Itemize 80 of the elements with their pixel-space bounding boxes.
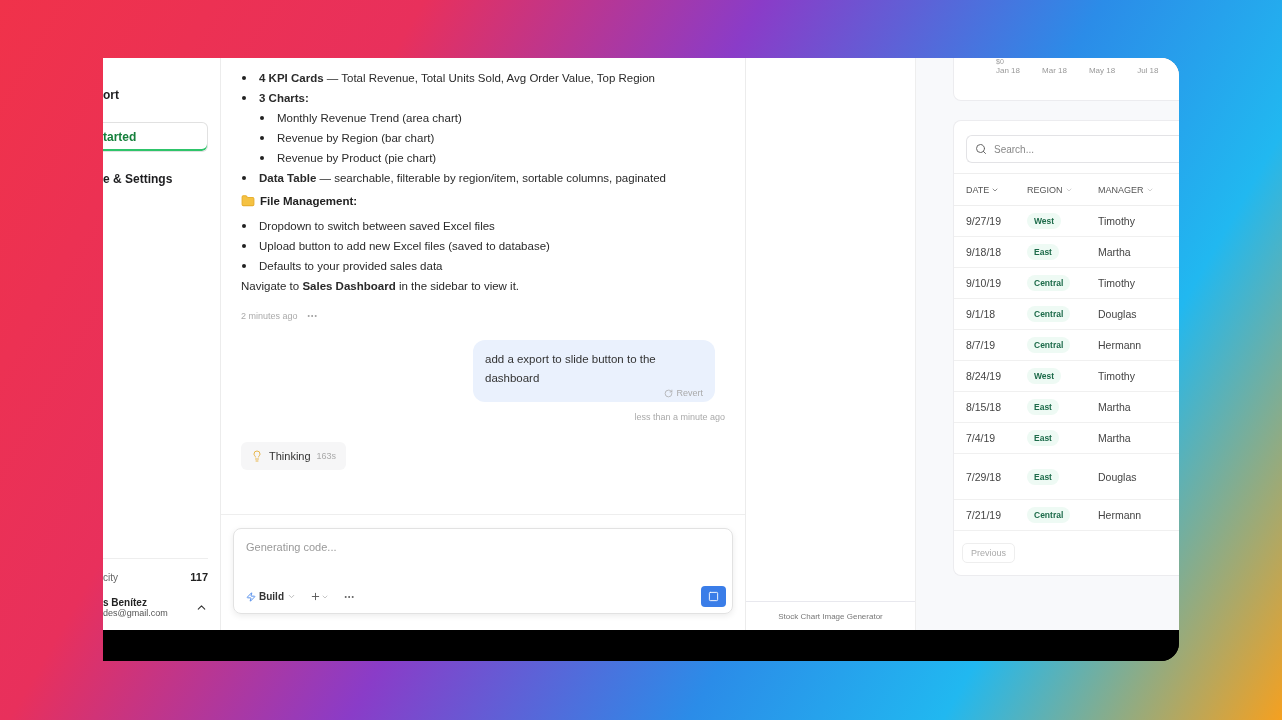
table-cell: Timothy [1086, 206, 1179, 237]
bullet-icon [242, 244, 246, 248]
search-field[interactable]: Search... [966, 135, 1179, 163]
folder-icon [241, 194, 255, 208]
list-item-text: Defaults to your provided sales data [259, 260, 443, 272]
axis-tick-label: Jul 18 [1137, 66, 1159, 75]
list-item-text: Dropdown to switch between saved Excel files [259, 220, 495, 232]
table-cell: 9/18/18 [954, 237, 1015, 268]
axis-tick-label: May 18 [1088, 66, 1116, 75]
list-item-text: 3 Charts: [259, 92, 309, 104]
mode-dropdown[interactable]: Build [246, 591, 296, 602]
stop-button[interactable] [701, 586, 726, 607]
table-cell: Martha [1086, 392, 1179, 423]
table-cell: Martha [1086, 423, 1179, 454]
user-message-text: add a export to slide button to the dashboard [485, 352, 657, 386]
axis-tick-label: Mar 18 [1042, 66, 1067, 75]
table-cell: Douglas [1086, 454, 1179, 500]
user-name: s Benítez [103, 597, 148, 608]
region-tag: West [1027, 368, 1062, 384]
revert-icon [664, 388, 674, 398]
sidebar-item[interactable]: tarted [103, 122, 208, 152]
table-cell: 7/21/19 [954, 500, 1015, 531]
table-cell: Timothy [1086, 268, 1179, 299]
table-cell: Hermann [1086, 500, 1179, 531]
chevron-down-icon [287, 592, 296, 601]
list-item-text: Revenue by Product (pie chart) [277, 152, 437, 164]
bullet-icon [260, 156, 264, 160]
list-item-text: Data Table — searchable, filterable by region/item, sortable columns, paginated [259, 172, 666, 184]
region-tag: East [1027, 468, 1059, 485]
message-time: less than a minute ago [634, 412, 725, 422]
thinking-label: Thinking [269, 450, 311, 462]
list-item-text: Upload button to add new Excel files (saved to database) [259, 240, 550, 252]
table-cell: Martha [1086, 237, 1179, 268]
table-cell: Timothy [1086, 361, 1179, 392]
list-item-text: Monthly Revenue Trend (area chart) [277, 112, 462, 124]
bullet-icon [242, 176, 246, 180]
bullet-icon [260, 136, 264, 140]
credits-label: city [103, 571, 118, 583]
region-tag: West [1027, 213, 1062, 229]
table-cell: Hermann [1086, 330, 1179, 361]
message-paragraph: Navigate to Sales Dashboard in the sidebar to view it. [241, 280, 521, 292]
region-tag: East [1027, 244, 1059, 260]
bullet-icon [260, 116, 264, 120]
stop-icon [708, 591, 719, 602]
plus-icon [310, 591, 321, 602]
table-cell: 8/7/19 [954, 330, 1015, 361]
region-tag: Central [1027, 507, 1071, 523]
credits-count: 117 [190, 571, 208, 583]
bullet-icon [242, 224, 246, 228]
table-cell: 8/15/18 [954, 392, 1015, 423]
table-cell: 9/10/19 [954, 268, 1015, 299]
search-icon [975, 143, 987, 155]
bullet-icon [242, 96, 246, 100]
section-heading: File Management: [260, 195, 358, 207]
column-header[interactable]: MANAGER [1086, 173, 1179, 206]
thinking-duration: 163s [316, 451, 337, 461]
table-cell: 9/27/19 [954, 206, 1015, 237]
table-cell: 7/29/18 [954, 454, 1015, 500]
region-tag: Central [1027, 337, 1071, 353]
table-cell: 8/24/19 [954, 361, 1015, 392]
list-item-text: 4 KPI Cards — Total Revenue, Total Units Sold, Avg Order Value, Top Region [259, 72, 655, 84]
lightning-icon [246, 591, 256, 602]
bullet-icon [242, 264, 246, 268]
axis-tick-label: Jan 18 [996, 66, 1021, 75]
message-time: 2 minutes ago [241, 311, 298, 321]
region-tag: Central [1027, 306, 1071, 322]
table-cell: Douglas [1086, 299, 1179, 330]
region-tag: East [1027, 399, 1059, 415]
list-item-text: Revenue by Region (bar chart) [277, 132, 435, 144]
prompt-field[interactable]: Generating code... Build [233, 528, 733, 614]
column-header[interactable]: DATE [954, 173, 1015, 206]
add-button[interactable] [310, 591, 329, 602]
table-cell: 9/1/18 [954, 299, 1015, 330]
region-tag: East [1027, 430, 1059, 446]
user-email: des@gmail.com [103, 608, 168, 618]
lightbulb-icon [251, 450, 263, 462]
bullet-icon [242, 76, 246, 80]
column-header[interactable]: REGION [1015, 173, 1086, 206]
table-cell: 7/4/19 [954, 423, 1015, 454]
region-tag: Central [1027, 275, 1071, 291]
